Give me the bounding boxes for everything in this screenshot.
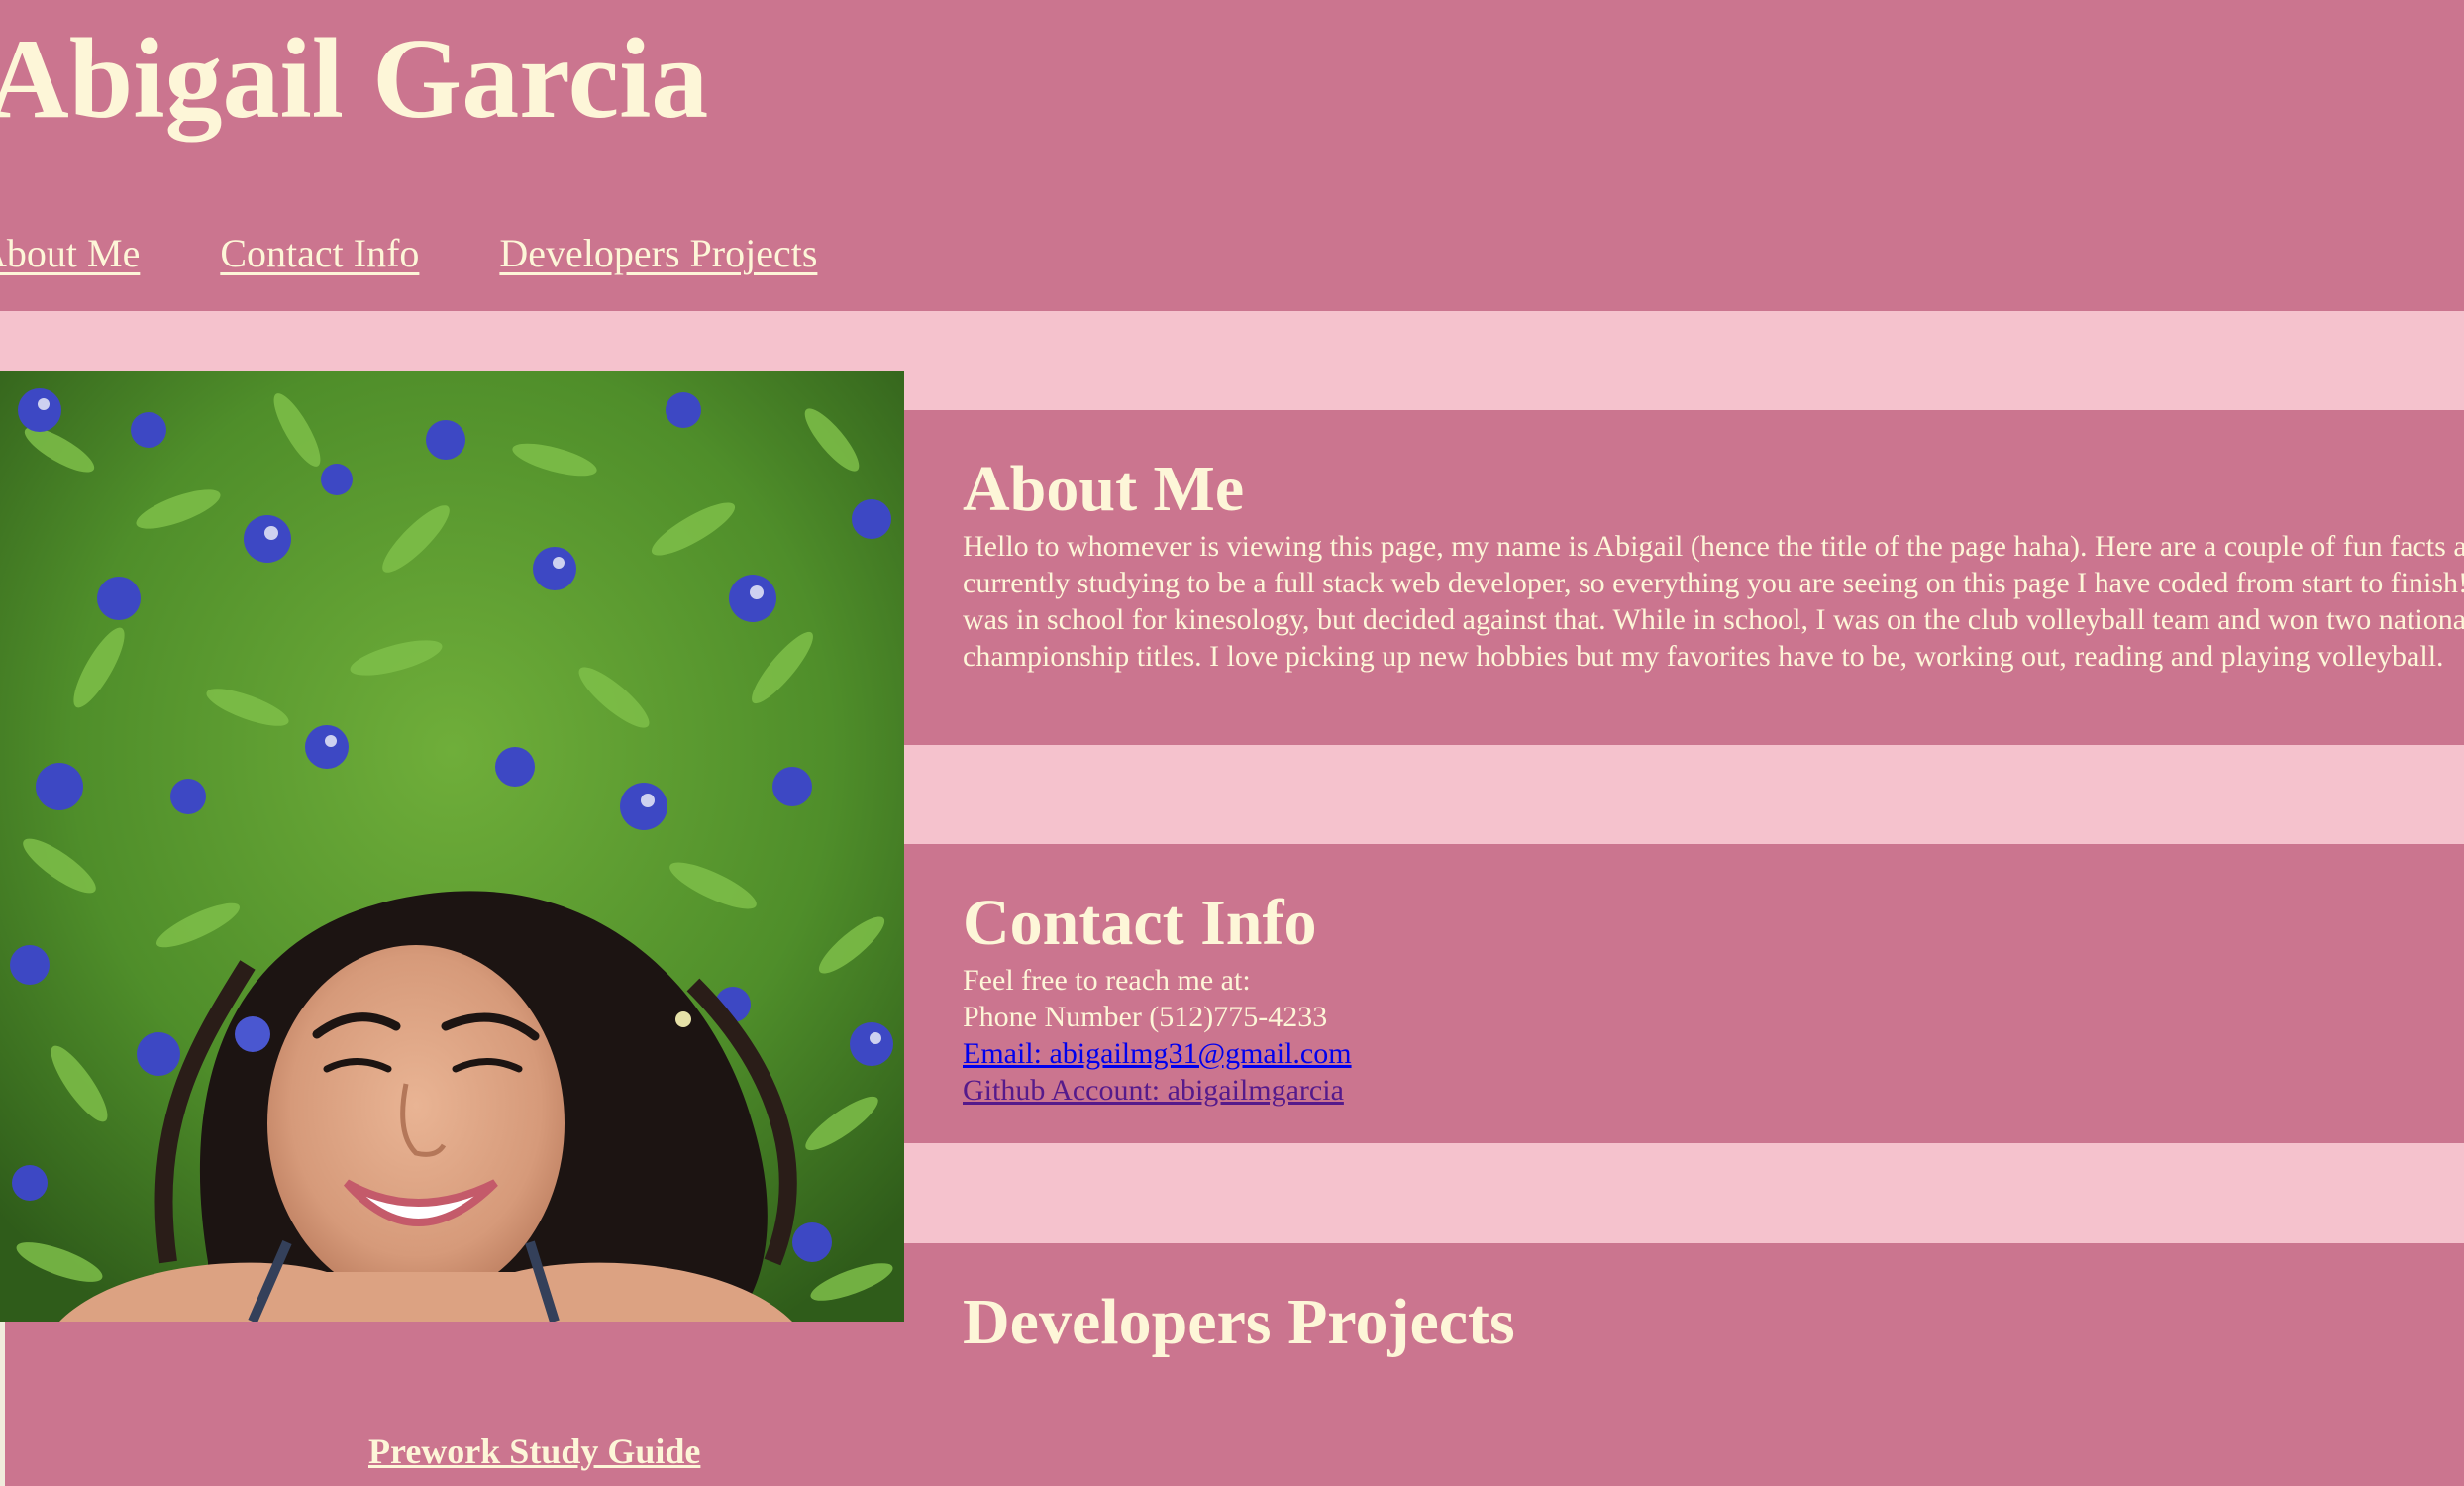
- site-header: Abigail Garcia About Me Contact Info Dev…: [0, 0, 2464, 311]
- nav-link-about-me[interactable]: About Me: [0, 230, 140, 276]
- email-link[interactable]: Email: abigailmg31@gmail.com: [963, 1035, 2464, 1072]
- prework-study-guide-link[interactable]: Prework Study Guide: [368, 1431, 700, 1472]
- profile-photo-image: [0, 371, 904, 1322]
- about-me-section: About Me Hello to whomever is viewing th…: [904, 410, 2464, 745]
- panel-edge-divider: [0, 1322, 5, 1486]
- projects-link-panel: Prework Study Guide: [0, 1322, 904, 1486]
- developers-projects-section: Developers Projects: [904, 1243, 2464, 1486]
- contact-intro: Feel free to reach me at:: [963, 964, 1251, 998]
- nav-link-developers-projects[interactable]: Developers Projects: [499, 230, 817, 276]
- github-link[interactable]: Github Account: abigailmgarcia: [963, 1072, 2464, 1109]
- about-me-text: Hello to whomever is viewing this page, …: [963, 530, 2464, 674]
- site-title: Abigail Garcia: [0, 16, 709, 143]
- main-nav: About Me Contact Info Developers Project…: [0, 230, 817, 276]
- contact-info-heading: Contact Info: [963, 887, 1317, 959]
- developers-projects-heading: Developers Projects: [963, 1286, 1515, 1358]
- phone-number: Phone Number (512)775-4233: [963, 1001, 1328, 1034]
- profile-photo: [0, 371, 904, 1322]
- page: Abigail Garcia About Me Contact Info Dev…: [0, 0, 2464, 1486]
- about-me-heading: About Me: [963, 453, 1245, 525]
- contact-info-section: Contact Info Feel free to reach me at: P…: [904, 844, 2464, 1143]
- nav-link-contact-info[interactable]: Contact Info: [220, 230, 419, 276]
